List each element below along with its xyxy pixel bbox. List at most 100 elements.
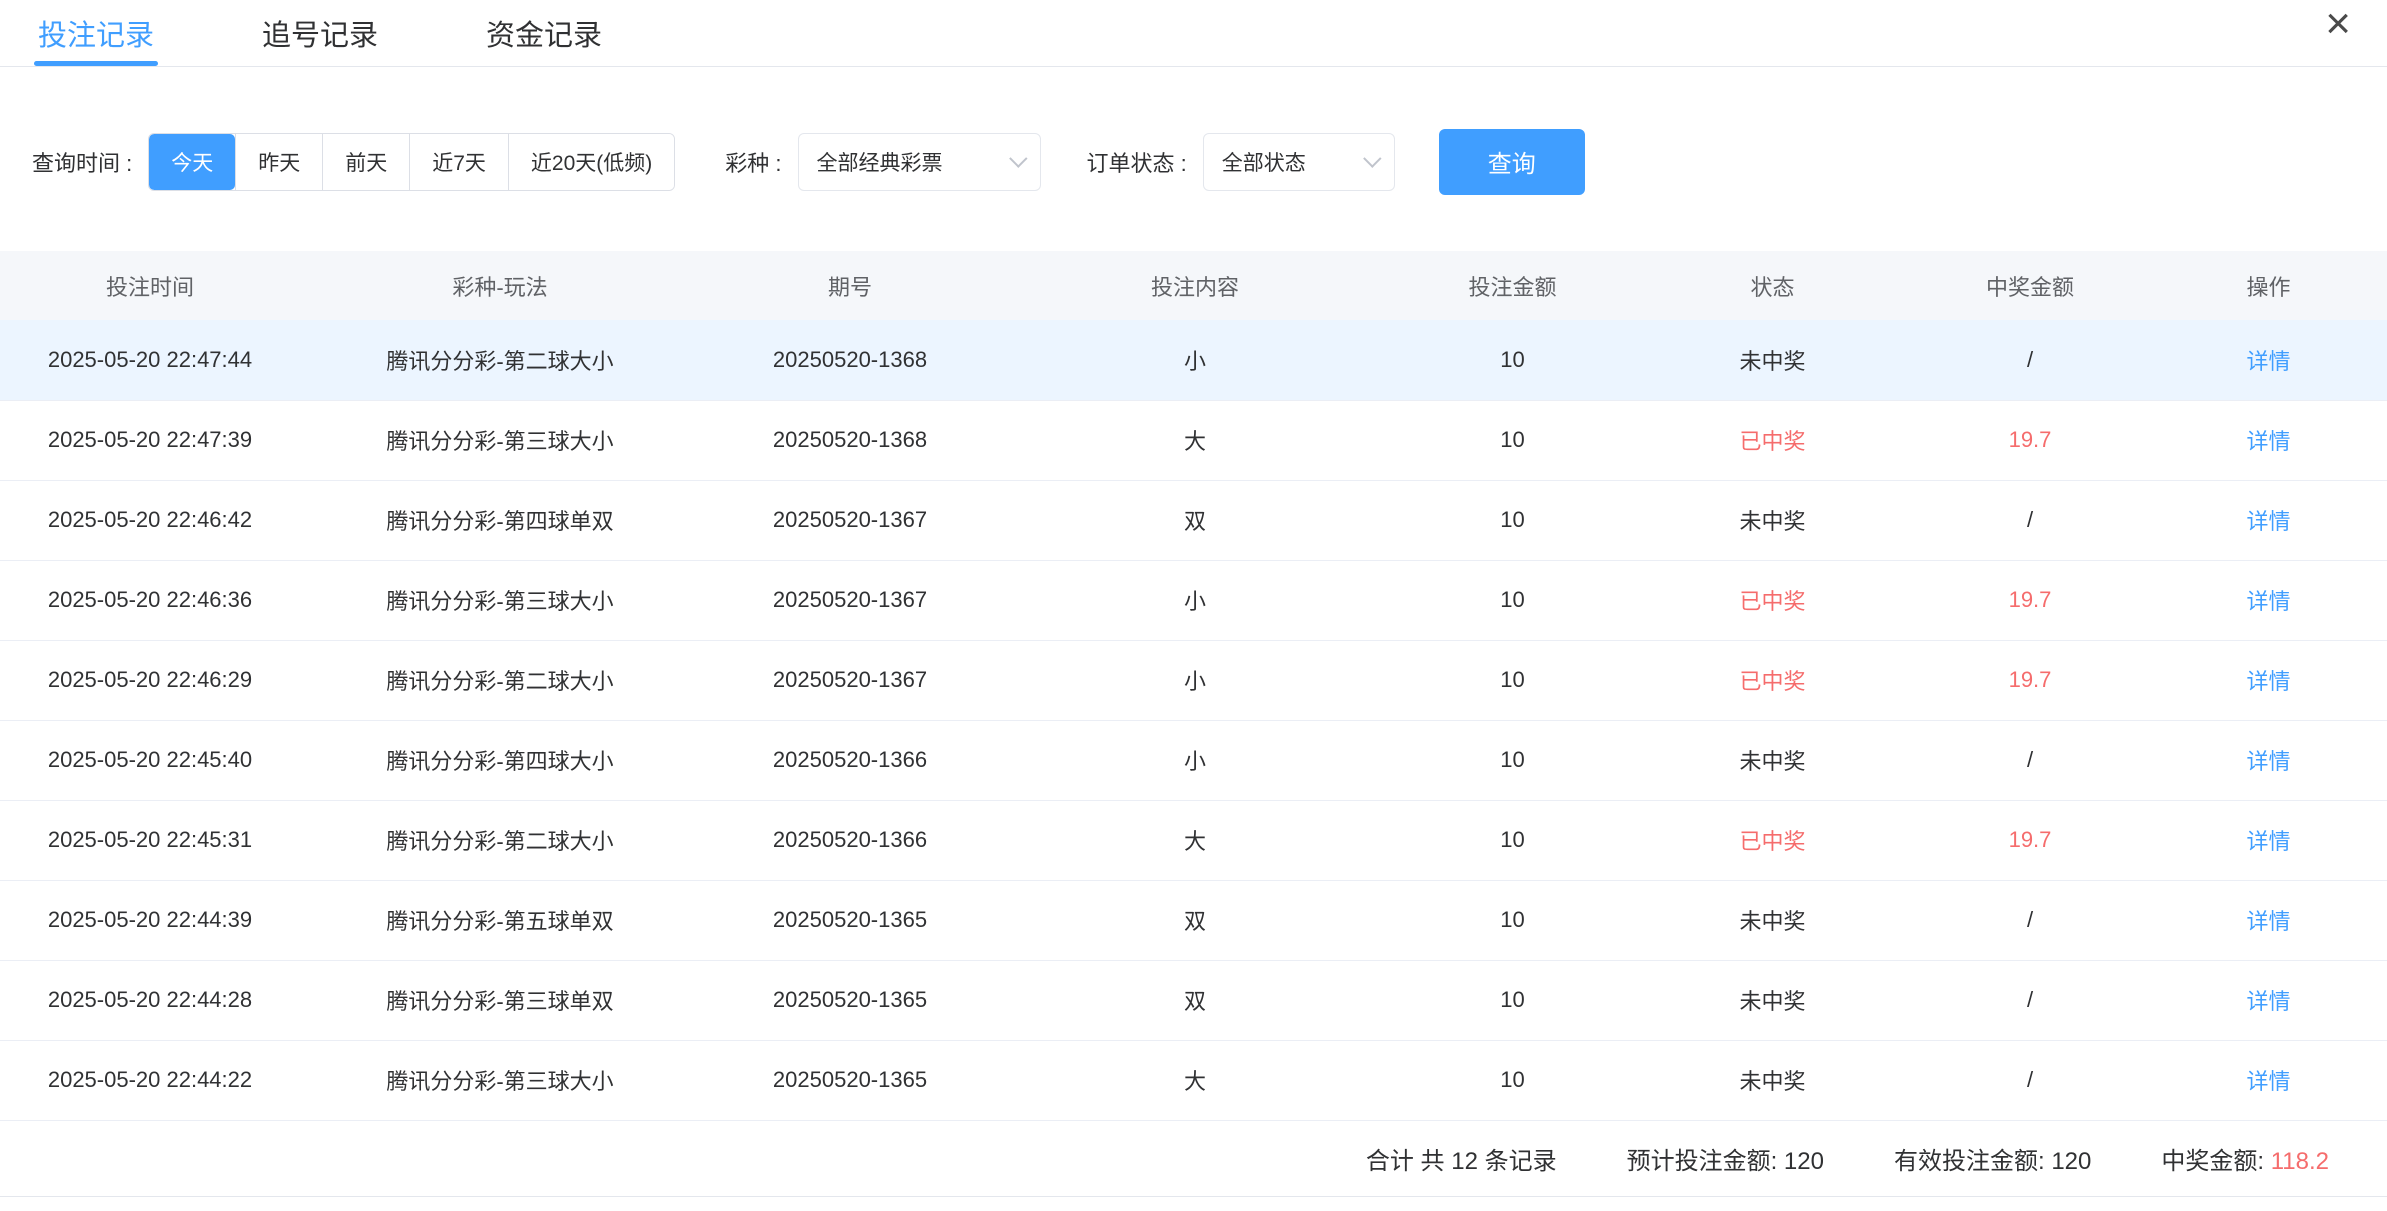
cell-bet-time: 2025-05-20 22:46:36 — [0, 560, 300, 640]
summary-expected-amount: 预计投注金额: 120 — [1627, 1141, 1824, 1176]
summary-total: 合计 共 12 条记录 — [1366, 1141, 1557, 1176]
table-row: 2025-05-20 22:47:39腾讯分分彩-第三球大小20250520-1… — [0, 400, 2387, 480]
table-body: 2025-05-20 22:47:44腾讯分分彩-第二球大小20250520-1… — [0, 320, 2387, 1120]
cell-actions: 详情 — [2150, 1040, 2387, 1120]
cell-bet-amount: 10 — [1390, 800, 1635, 880]
cell-prize-amount: / — [1910, 720, 2150, 800]
detail-link[interactable]: 详情 — [2246, 509, 2290, 534]
cell-bet-content: 小 — [1000, 560, 1390, 640]
cell-prize-amount: 19.7 — [1910, 560, 2150, 640]
header-issue: 期号 — [700, 251, 1000, 320]
cell-bet-time: 2025-05-20 22:47:44 — [0, 320, 300, 400]
cell-actions: 详情 — [2150, 560, 2387, 640]
cell-game-play: 腾讯分分彩-第二球大小 — [300, 800, 700, 880]
detail-link[interactable]: 详情 — [2246, 669, 2290, 694]
detail-link[interactable]: 详情 — [2246, 1069, 2290, 1094]
header-game-play: 彩种-玩法 — [300, 251, 700, 320]
cell-bet-amount: 10 — [1390, 320, 1635, 400]
time-filter-label: 查询时间 : — [32, 146, 132, 178]
lottery-filter-label: 彩种 : — [725, 146, 781, 178]
cell-bet-time: 2025-05-20 22:45:31 — [0, 800, 300, 880]
lottery-select[interactable]: 全部经典彩票 — [798, 133, 1041, 191]
table-row: 2025-05-20 22:45:31腾讯分分彩-第二球大小20250520-1… — [0, 800, 2387, 880]
time-option-4[interactable]: 近20天(低频) — [508, 134, 674, 190]
cell-actions: 详情 — [2150, 480, 2387, 560]
summary-valid-amount: 有效投注金额: 120 — [1894, 1141, 2091, 1176]
cell-bet-time: 2025-05-20 22:47:39 — [0, 400, 300, 480]
close-icon[interactable]: × — [2325, 2, 2351, 46]
cell-game-play: 腾讯分分彩-第四球单双 — [300, 480, 700, 560]
table-row: 2025-05-20 22:47:44腾讯分分彩-第二球大小20250520-1… — [0, 320, 2387, 400]
summary-prize-value: 118.2 — [2271, 1148, 2329, 1175]
cell-status: 未中奖 — [1635, 1040, 1910, 1120]
query-button[interactable]: 查询 — [1439, 129, 1585, 195]
cell-issue: 20250520-1368 — [700, 320, 1000, 400]
cell-status: 未中奖 — [1635, 480, 1910, 560]
cell-bet-time: 2025-05-20 22:44:39 — [0, 880, 300, 960]
cell-status: 已中奖 — [1635, 640, 1910, 720]
cell-bet-time: 2025-05-20 22:44:22 — [0, 1040, 300, 1120]
cell-bet-time: 2025-05-20 22:44:28 — [0, 960, 300, 1040]
cell-bet-content: 大 — [1000, 800, 1390, 880]
tab-fund-records[interactable]: 资金记录 — [486, 0, 602, 66]
cell-bet-content: 小 — [1000, 320, 1390, 400]
cell-bet-amount: 10 — [1390, 560, 1635, 640]
table-row: 2025-05-20 22:44:22腾讯分分彩-第三球大小20250520-1… — [0, 1040, 2387, 1120]
chevron-down-icon — [1009, 149, 1027, 167]
detail-link[interactable]: 详情 — [2246, 589, 2290, 614]
cell-issue: 20250520-1367 — [700, 560, 1000, 640]
cell-status: 已中奖 — [1635, 560, 1910, 640]
time-filter-group: 今天昨天前天近7天近20天(低频) — [148, 133, 675, 191]
tab-chase-records[interactable]: 追号记录 — [262, 0, 378, 66]
detail-link[interactable]: 详情 — [2246, 749, 2290, 774]
table-row: 2025-05-20 22:46:29腾讯分分彩-第二球大小20250520-1… — [0, 640, 2387, 720]
tabs: 投注记录 追号记录 资金记录 — [38, 0, 602, 66]
detail-link[interactable]: 详情 — [2246, 989, 2290, 1014]
cell-prize-amount: / — [1910, 480, 2150, 560]
table-row: 2025-05-20 22:44:39腾讯分分彩-第五球单双20250520-1… — [0, 880, 2387, 960]
time-option-0[interactable]: 今天 — [149, 134, 235, 190]
cell-issue: 20250520-1365 — [700, 1040, 1000, 1120]
cell-bet-content: 双 — [1000, 480, 1390, 560]
header-bet-content: 投注内容 — [1000, 251, 1390, 320]
detail-link[interactable]: 详情 — [2246, 829, 2290, 854]
detail-link[interactable]: 详情 — [2246, 429, 2290, 454]
cell-actions: 详情 — [2150, 320, 2387, 400]
cell-bet-amount: 10 — [1390, 720, 1635, 800]
cell-actions: 详情 — [2150, 640, 2387, 720]
time-option-1[interactable]: 昨天 — [235, 134, 322, 190]
cell-bet-amount: 10 — [1390, 480, 1635, 560]
table-row: 2025-05-20 22:45:40腾讯分分彩-第四球大小20250520-1… — [0, 720, 2387, 800]
lottery-select-value: 全部经典彩票 — [817, 147, 943, 177]
header-status: 状态 — [1635, 251, 1910, 320]
cell-game-play: 腾讯分分彩-第三球大小 — [300, 1040, 700, 1120]
cell-actions: 详情 — [2150, 800, 2387, 880]
cell-status: 未中奖 — [1635, 320, 1910, 400]
cell-bet-content: 大 — [1000, 400, 1390, 480]
detail-link[interactable]: 详情 — [2246, 909, 2290, 934]
status-select[interactable]: 全部状态 — [1203, 133, 1395, 191]
table-row: 2025-05-20 22:44:28腾讯分分彩-第三球单双20250520-1… — [0, 960, 2387, 1040]
cell-bet-amount: 10 — [1390, 400, 1635, 480]
cell-bet-amount: 10 — [1390, 880, 1635, 960]
cell-game-play: 腾讯分分彩-第三球大小 — [300, 400, 700, 480]
cell-bet-amount: 10 — [1390, 960, 1635, 1040]
cell-status: 已中奖 — [1635, 400, 1910, 480]
time-option-3[interactable]: 近7天 — [409, 134, 508, 190]
table-header-row: 投注时间 彩种-玩法 期号 投注内容 投注金额 状态 中奖金额 操作 — [0, 251, 2387, 320]
tab-bet-records[interactable]: 投注记录 — [38, 0, 154, 66]
status-select-value: 全部状态 — [1222, 147, 1306, 177]
cell-game-play: 腾讯分分彩-第四球大小 — [300, 720, 700, 800]
detail-link[interactable]: 详情 — [2246, 349, 2290, 374]
summary-prize-label: 中奖金额: — [2161, 1148, 2270, 1175]
header-bet-time: 投注时间 — [0, 251, 300, 320]
cell-game-play: 腾讯分分彩-第三球大小 — [300, 560, 700, 640]
summary-bar: 合计 共 12 条记录 预计投注金额: 120 有效投注金额: 120 中奖金额… — [0, 1121, 2387, 1197]
header-prize-amount: 中奖金额 — [1910, 251, 2150, 320]
cell-game-play: 腾讯分分彩-第二球大小 — [300, 640, 700, 720]
chevron-down-icon — [1363, 149, 1381, 167]
time-option-2[interactable]: 前天 — [322, 134, 409, 190]
table-row: 2025-05-20 22:46:36腾讯分分彩-第三球大小20250520-1… — [0, 560, 2387, 640]
cell-bet-content: 小 — [1000, 640, 1390, 720]
summary-prize-amount: 中奖金额: 118.2 — [2161, 1141, 2329, 1176]
